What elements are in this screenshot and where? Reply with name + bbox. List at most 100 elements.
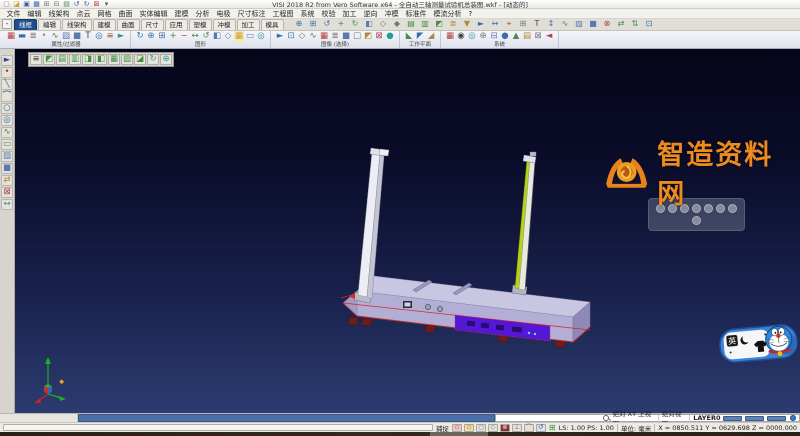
wireframe-view-icon[interactable]: ◇ xyxy=(377,19,390,29)
menu-item-11[interactable]: 尺寸标注 xyxy=(234,9,269,19)
menu-item-15[interactable]: 加工 xyxy=(339,9,360,19)
mirror-icon[interactable]: ⇅ xyxy=(629,19,642,29)
tab-edit[interactable]: 编辑 xyxy=(38,19,61,30)
select-layer-icon[interactable]: ≣ xyxy=(330,31,340,42)
filter-all-icon[interactable]: ◎ xyxy=(94,31,104,42)
dimension-icon[interactable]: ↕ xyxy=(545,19,558,29)
filter-curve-icon[interactable]: ∿ xyxy=(50,31,60,42)
tab-modeling[interactable]: 建模 xyxy=(93,19,116,30)
control-button-1[interactable] xyxy=(425,304,430,309)
rotate-view-icon[interactable]: ↺ xyxy=(201,31,211,42)
top-view-icon[interactable]: ▤ xyxy=(405,19,418,29)
viewport-3d[interactable]: ≡◩▤▥◨◧▦▧◪↻⊕ xyxy=(15,49,800,413)
toolbar-options-icon[interactable]: ▾ xyxy=(102,0,111,8)
pan-icon[interactable]: + xyxy=(335,19,348,29)
layer-chip-2[interactable] xyxy=(745,416,764,421)
snap-icon[interactable]: ⌖ xyxy=(503,19,516,29)
tab-application[interactable]: 应用 xyxy=(165,19,188,30)
snap-end-toggle[interactable]: ▫ xyxy=(452,424,462,432)
selection-icon[interactable]: ► xyxy=(475,19,488,29)
menu-item-9[interactable]: 分析 xyxy=(192,9,213,19)
document-icon[interactable]: ▤ xyxy=(522,31,532,42)
snap-tangent-toggle[interactable]: ⌒ xyxy=(524,424,534,432)
menu-item-13[interactable]: 系统 xyxy=(297,9,318,19)
snap-quadrant-toggle[interactable]: ◇ xyxy=(488,424,498,432)
camera-icon[interactable]: ◉ xyxy=(456,31,466,42)
tools-icon[interactable]: ⊠ xyxy=(533,31,543,42)
transform-icon[interactable]: ⇄ xyxy=(615,19,628,29)
select-arrow-icon[interactable]: ► xyxy=(1,55,13,66)
line-icon[interactable]: ╲ xyxy=(1,79,13,90)
menu-item-8[interactable]: 建模 xyxy=(171,9,192,19)
boolean-icon[interactable]: ⊗ xyxy=(601,19,614,29)
attribute-linetype-icon[interactable]: ▬ xyxy=(17,31,27,42)
delete-icon[interactable]: ⊠ xyxy=(92,0,101,8)
menu-item-6[interactable]: 曲面 xyxy=(115,9,136,19)
zoom-all-icon[interactable]: ⊕ xyxy=(293,19,306,29)
filter-solid-icon[interactable]: ■ xyxy=(72,31,82,42)
select-single-icon[interactable]: ► xyxy=(275,31,285,42)
mask-icon[interactable]: ⊠ xyxy=(374,31,384,42)
snap-center-toggle[interactable]: ○ xyxy=(476,424,486,432)
menu-item-4[interactable]: 点云 xyxy=(73,9,94,19)
workplane-view-icon[interactable]: ◤ xyxy=(415,31,425,42)
match-properties-icon[interactable]: ≡ xyxy=(105,31,115,42)
invert-selection-icon[interactable]: ◩ xyxy=(363,31,373,42)
curve-icon[interactable]: ∿ xyxy=(559,19,572,29)
tab-mold[interactable]: 塑模 xyxy=(189,19,212,30)
tab-machining[interactable]: 加工 xyxy=(237,19,260,30)
tab-tooling[interactable]: 模具 xyxy=(261,19,284,30)
active-layer-label[interactable]: LAYER0 xyxy=(693,414,720,422)
ellipse-icon[interactable]: ◎ xyxy=(1,115,13,126)
layer-chip-1[interactable] xyxy=(723,416,742,421)
layer-manager-icon[interactable]: ≣ xyxy=(447,19,460,29)
toolbar-overflow-button[interactable]: - xyxy=(2,19,12,29)
tab-surface[interactable]: 曲面 xyxy=(117,19,140,30)
select-window-icon[interactable]: ⊡ xyxy=(286,31,296,42)
text-icon[interactable]: T xyxy=(531,19,544,29)
zoom-in-icon[interactable]: + xyxy=(168,31,178,42)
multi-view-icon[interactable]: ▦ xyxy=(234,31,244,42)
open-file-icon[interactable]: ◪ xyxy=(12,0,21,8)
view-lock-toggle[interactable]: ↺ xyxy=(536,424,546,432)
info-icon[interactable]: ● xyxy=(500,31,510,42)
menu-item-17[interactable]: 冲模 xyxy=(381,9,402,19)
filter-surface-icon[interactable]: ▨ xyxy=(61,31,71,42)
status-dot-icon[interactable] xyxy=(790,415,796,421)
settings-icon[interactable]: ⊕ xyxy=(478,31,488,42)
point-icon[interactable]: • xyxy=(1,67,13,78)
refresh-icon[interactable]: ◎ xyxy=(256,31,266,42)
copy-icon[interactable]: ⊞ xyxy=(42,0,51,8)
solid-icon[interactable]: ■ xyxy=(587,19,600,29)
workplane-entity-icon[interactable]: ◢ xyxy=(426,31,436,42)
iso-view-icon[interactable]: ◩ xyxy=(433,19,446,29)
front-view-icon[interactable]: ▥ xyxy=(419,19,432,29)
highlight-icon[interactable]: ● xyxy=(385,31,395,42)
deselect-all-icon[interactable]: □ xyxy=(352,31,362,42)
curve-icon[interactable]: ∿ xyxy=(1,127,13,138)
menu-item-20[interactable]: ? xyxy=(465,9,476,19)
zoom-previous-icon[interactable]: ↺ xyxy=(321,19,334,29)
exit-icon[interactable]: ◄ xyxy=(544,31,554,42)
solid-icon[interactable]: ■ xyxy=(1,163,13,174)
tab-wireframe[interactable]: 线框 xyxy=(14,19,37,30)
redraw-icon[interactable]: ↻ xyxy=(135,31,145,42)
zoom-all-icon[interactable]: ⊕ xyxy=(146,31,156,42)
tab-dimension[interactable]: 尺寸 xyxy=(141,19,164,30)
attribute-layer-icon[interactable]: ≣ xyxy=(28,31,38,42)
grid-icon[interactable]: ⊞ xyxy=(517,19,530,29)
zoom-out-icon[interactable]: − xyxy=(179,31,189,42)
database-icon[interactable]: ⊟ xyxy=(489,31,499,42)
rectangle-icon[interactable]: ▭ xyxy=(1,139,13,150)
paste-icon[interactable]: ⊟ xyxy=(52,0,61,8)
select-color-icon[interactable]: ▦ xyxy=(319,31,329,42)
globe-icon[interactable]: ◎ xyxy=(467,31,477,42)
tab-wireframe-construction[interactable]: 线架构 xyxy=(62,19,92,30)
filter-icon[interactable]: ▼ xyxy=(461,19,474,29)
zoom-window-icon[interactable]: ⊞ xyxy=(307,19,320,29)
snap-mid-toggle[interactable]: ▫ xyxy=(464,424,474,432)
shade-mode-icon[interactable]: ◧ xyxy=(212,31,222,42)
control-button-2[interactable] xyxy=(437,306,442,311)
arc-icon[interactable]: ⌒ xyxy=(1,91,13,102)
pan-view-icon[interactable]: ↔ xyxy=(190,31,200,42)
